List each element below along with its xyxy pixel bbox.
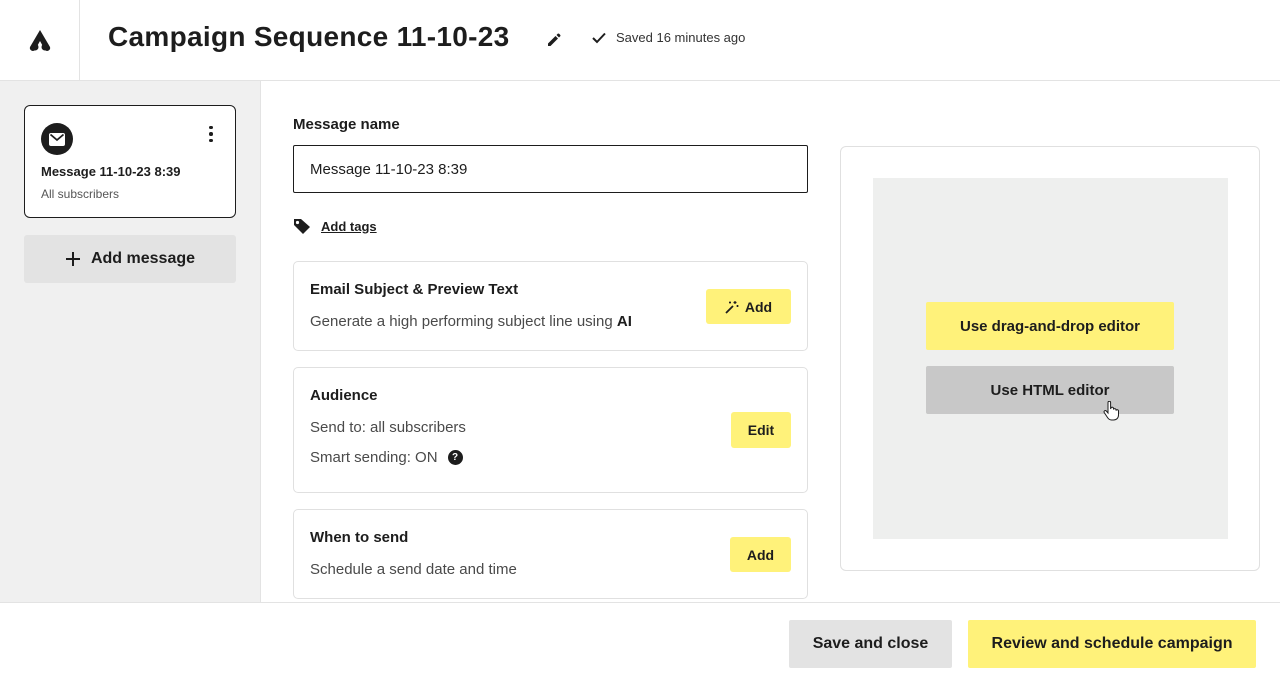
message-name-label: Message name bbox=[293, 116, 400, 133]
when-card-text: Schedule a send date and time bbox=[310, 561, 517, 578]
edit-title-button[interactable] bbox=[543, 29, 565, 51]
audience-send-to: Send to: all subscribers bbox=[310, 419, 466, 436]
smart-sending-row: Smart sending: ON ? bbox=[310, 449, 463, 466]
save-status-text: Saved 16 minutes ago bbox=[616, 30, 746, 45]
message-sidebar: Message 11-10-23 8:39 All subscribers Ad… bbox=[0, 81, 261, 602]
email-envelope-icon bbox=[41, 123, 73, 155]
app-logo[interactable] bbox=[0, 0, 80, 80]
drag-drop-editor-button[interactable]: Use drag-and-drop editor bbox=[926, 302, 1174, 350]
add-subject-button[interactable]: Add bbox=[706, 289, 791, 324]
tag-icon bbox=[294, 219, 310, 234]
editor-preview-panel: Use drag-and-drop editor Use HTML editor bbox=[840, 146, 1260, 571]
message-card[interactable]: Message 11-10-23 8:39 All subscribers bbox=[24, 105, 236, 218]
pencil-icon bbox=[548, 33, 561, 46]
brand-logo-icon bbox=[29, 30, 50, 51]
add-message-label: Add message bbox=[90, 250, 196, 267]
checkmark-icon bbox=[592, 32, 606, 43]
message-card-audience: All subscribers bbox=[41, 187, 120, 201]
smart-sending-text: Smart sending: ON bbox=[310, 449, 438, 466]
add-send-time-button[interactable]: Add bbox=[730, 537, 791, 572]
message-card-name: Message 11-10-23 8:39 bbox=[41, 164, 181, 179]
add-tags-row: Add tags bbox=[293, 218, 377, 234]
top-header: Campaign Sequence 11-10-23 Saved 16 minu… bbox=[0, 0, 1280, 81]
hand-pointer-icon bbox=[1103, 401, 1119, 421]
when-to-send-card: When to send Schedule a send date and ti… bbox=[293, 509, 808, 599]
page-title: Campaign Sequence 11-10-23 bbox=[108, 21, 510, 52]
save-and-close-button[interactable]: Save and close bbox=[789, 620, 952, 668]
add-send-time-label: Add bbox=[746, 546, 775, 563]
save-status: Saved 16 minutes ago bbox=[592, 30, 745, 45]
plus-icon bbox=[65, 252, 80, 266]
edit-audience-label: Edit bbox=[747, 422, 775, 438]
subject-preview-card: Email Subject & Preview Text Generate a … bbox=[293, 261, 808, 351]
audience-card: Audience Send to: all subscribers Smart … bbox=[293, 367, 808, 493]
edit-audience-button[interactable]: Edit bbox=[731, 412, 791, 448]
bottom-action-bar: Save and close Review and schedule campa… bbox=[0, 602, 1280, 683]
add-subject-label: Add bbox=[744, 298, 773, 315]
ai-label: AI bbox=[616, 313, 632, 330]
audience-card-title: Audience bbox=[310, 387, 378, 404]
when-card-title: When to send bbox=[310, 529, 409, 546]
more-options-icon[interactable] bbox=[201, 123, 221, 145]
subject-card-text-body: Generate a high performing subject line … bbox=[310, 313, 617, 330]
magic-wand-icon bbox=[725, 300, 739, 314]
add-tags-link[interactable]: Add tags bbox=[321, 219, 377, 234]
add-message-button[interactable]: Add message bbox=[24, 235, 236, 283]
html-editor-button[interactable]: Use HTML editor bbox=[926, 366, 1174, 414]
review-schedule-button[interactable]: Review and schedule campaign bbox=[968, 620, 1256, 668]
editor-placeholder: Use drag-and-drop editor Use HTML editor bbox=[873, 178, 1228, 539]
subject-card-title: Email Subject & Preview Text bbox=[310, 281, 519, 298]
help-icon[interactable]: ? bbox=[447, 450, 463, 465]
subject-card-text: Generate a high performing subject line … bbox=[310, 313, 632, 330]
message-name-input[interactable] bbox=[293, 145, 808, 193]
